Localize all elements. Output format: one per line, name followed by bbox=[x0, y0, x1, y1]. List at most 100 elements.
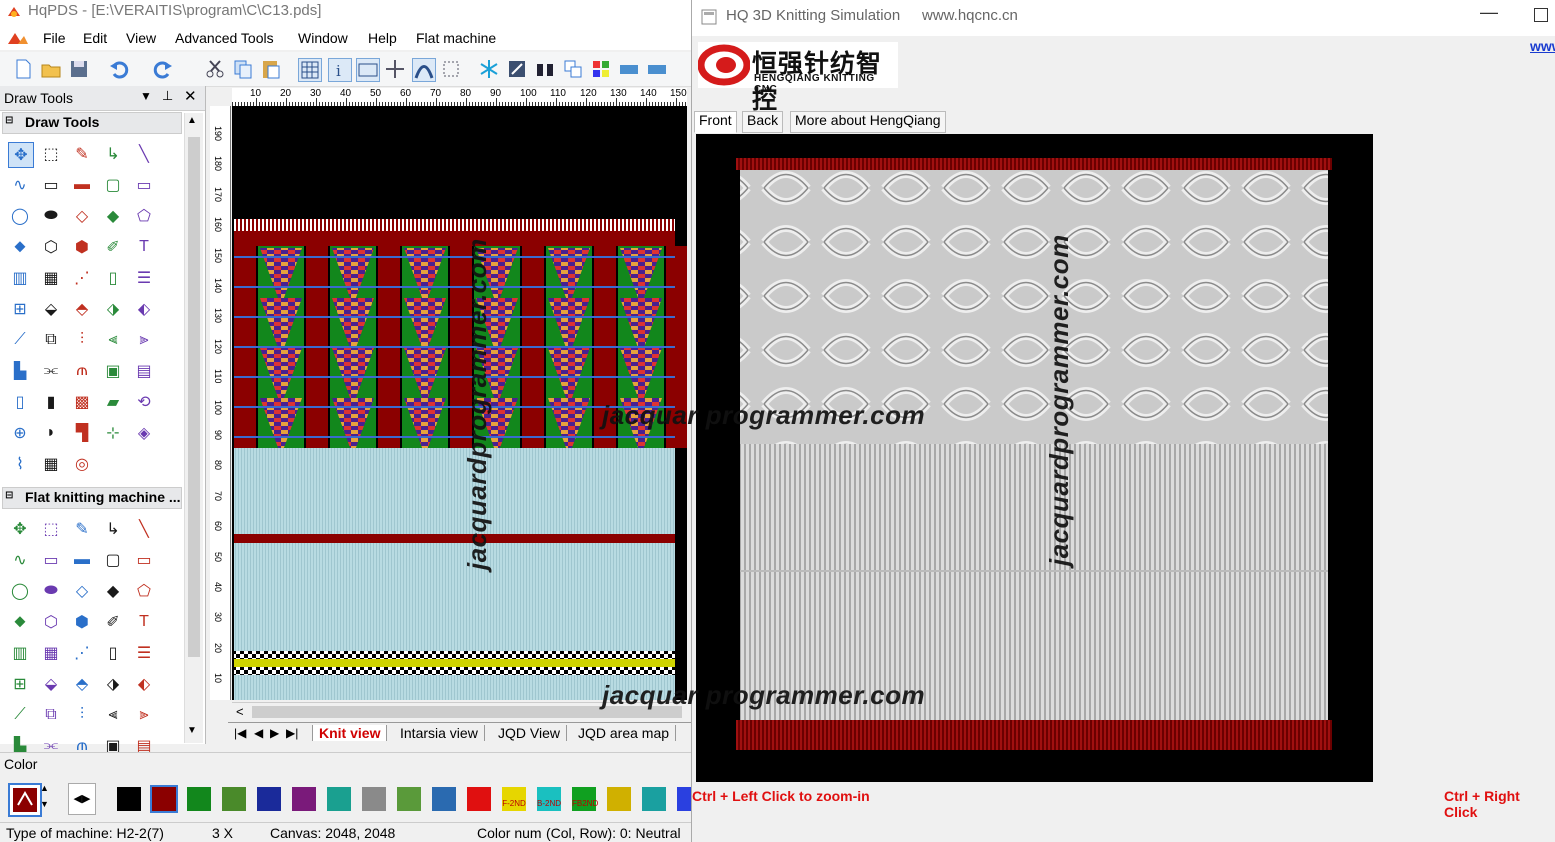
collapse-icon[interactable]: ⊟ bbox=[5, 490, 13, 501]
tool-41-icon[interactable]: ▯ bbox=[8, 390, 32, 414]
tool-83-icon[interactable]: ⬖ bbox=[132, 672, 156, 696]
last-tab-icon[interactable]: ▶| bbox=[286, 726, 298, 740]
paste-icon[interactable] bbox=[260, 58, 282, 80]
collapse-icon[interactable]: ⊟ bbox=[5, 115, 13, 126]
redo-icon[interactable] bbox=[152, 58, 174, 80]
tool-67-icon[interactable]: ◆ bbox=[101, 579, 125, 603]
tool-32-icon[interactable]: ⧉ bbox=[39, 328, 63, 352]
tool-30-icon[interactable]: ⬖ bbox=[132, 297, 156, 321]
tool-29-icon[interactable]: ⬗ bbox=[101, 297, 125, 321]
tool-82-icon[interactable]: ⬗ bbox=[101, 672, 125, 696]
color-swatch[interactable] bbox=[432, 787, 456, 811]
color-swatch[interactable] bbox=[117, 787, 141, 811]
copy-icon[interactable] bbox=[232, 58, 254, 80]
tool-46-icon[interactable]: ⊕ bbox=[8, 421, 32, 445]
next-tab-icon[interactable]: ▶ bbox=[270, 726, 279, 740]
tab-more-about[interactable]: More about HengQiang bbox=[790, 111, 946, 133]
tool-42-icon[interactable]: ▮ bbox=[39, 390, 63, 414]
scroll-left-icon[interactable]: < bbox=[236, 704, 244, 719]
tool-62-icon[interactable]: ▢ bbox=[101, 548, 125, 572]
tool-87-icon[interactable]: ⫷ bbox=[101, 703, 125, 727]
tool-75-icon[interactable]: ▦ bbox=[39, 641, 63, 665]
tool-73-icon[interactable]: T bbox=[132, 610, 156, 634]
icon-view-icon[interactable] bbox=[356, 58, 380, 82]
color-swatch[interactable]: B-2ND bbox=[537, 787, 561, 811]
section-flat-knitting[interactable]: ⊟ Flat knitting machine ... bbox=[2, 487, 182, 509]
spin-down-icon[interactable]: ▼ bbox=[40, 799, 49, 809]
tool-48-icon[interactable]: ▜ bbox=[70, 421, 94, 445]
prev-tab-icon[interactable]: ◀ bbox=[254, 726, 263, 740]
doc-icon[interactable] bbox=[6, 30, 28, 46]
tool-53-icon[interactable]: ◎ bbox=[70, 452, 94, 476]
menu-window[interactable]: Window bbox=[298, 30, 348, 46]
tool-52-icon[interactable]: ▦ bbox=[39, 452, 63, 476]
binoculars-icon[interactable] bbox=[534, 58, 556, 80]
diamond-icon[interactable]: ◇ bbox=[70, 204, 94, 228]
tool-22-icon[interactable]: ▦ bbox=[39, 266, 63, 290]
tool-60-icon[interactable]: ▭ bbox=[39, 548, 63, 572]
spin-up-icon[interactable]: ▲ bbox=[40, 783, 49, 793]
color-swatch[interactable] bbox=[397, 787, 421, 811]
tool-76-icon[interactable]: ⋰ bbox=[70, 641, 94, 665]
tool-37-icon[interactable]: ⫘ bbox=[39, 359, 63, 383]
line-icon[interactable]: ╲ bbox=[132, 142, 156, 166]
machine-2-icon[interactable] bbox=[646, 58, 668, 80]
tool-88-icon[interactable]: ⫸ bbox=[132, 703, 156, 727]
new-file-icon[interactable] bbox=[12, 58, 34, 80]
first-tab-icon[interactable]: |◀ bbox=[234, 726, 246, 740]
crosshair-icon[interactable] bbox=[384, 58, 406, 80]
open-folder-icon[interactable] bbox=[40, 58, 62, 80]
filled-ellipse-icon[interactable]: ⬬ bbox=[39, 204, 63, 228]
color-swatch[interactable] bbox=[467, 787, 491, 811]
tool-51-icon[interactable]: ⌇ bbox=[8, 452, 32, 476]
color-swatch[interactable] bbox=[187, 787, 211, 811]
tool-45-icon[interactable]: ⟲ bbox=[132, 390, 156, 414]
tool-77-icon[interactable]: ▯ bbox=[101, 641, 125, 665]
color-swatch[interactable]: F-2ND bbox=[502, 787, 526, 811]
tab-intarsia-view[interactable]: Intarsia view bbox=[394, 725, 485, 741]
select-icon[interactable]: ✥ bbox=[8, 142, 34, 168]
tool-34-icon[interactable]: ⫷ bbox=[101, 328, 125, 352]
color-swatch[interactable] bbox=[327, 787, 351, 811]
tool-55-icon[interactable]: ⬚ bbox=[39, 517, 63, 541]
tool-70-icon[interactable]: ⬡ bbox=[39, 610, 63, 634]
tool-71-icon[interactable]: ⬢ bbox=[70, 610, 94, 634]
color-swatch[interactable] bbox=[607, 787, 631, 811]
tool-65-icon[interactable]: ⬬ bbox=[39, 579, 63, 603]
rect-icon[interactable]: ▭ bbox=[39, 173, 63, 197]
minimize-icon[interactable]: — bbox=[1480, 2, 1498, 23]
color-nav-icon[interactable]: ◀▶ bbox=[68, 783, 96, 815]
polygon-icon[interactable]: ⬠ bbox=[132, 204, 156, 228]
tool-21-icon[interactable]: ▥ bbox=[8, 266, 32, 290]
color-swatch[interactable] bbox=[642, 787, 666, 811]
menu-advanced-tools[interactable]: Advanced Tools bbox=[175, 30, 274, 46]
info-icon[interactable]: i bbox=[328, 58, 352, 82]
text-icon[interactable]: T bbox=[132, 235, 156, 259]
tool-28-icon[interactable]: ⬘ bbox=[70, 297, 94, 321]
tool-35-icon[interactable]: ⫸ bbox=[132, 328, 156, 352]
tool-27-icon[interactable]: ⬙ bbox=[39, 297, 63, 321]
edit-pattern-icon[interactable] bbox=[506, 58, 528, 80]
tab-knit-view[interactable]: Knit view bbox=[312, 725, 388, 741]
section-draw-tools[interactable]: ⊟ Draw Tools bbox=[2, 112, 182, 134]
menu-flat-machine[interactable]: Flat machine bbox=[416, 30, 496, 46]
machine-icon[interactable] bbox=[618, 58, 640, 80]
tool-86-icon[interactable]: ⫶ bbox=[70, 703, 94, 727]
color-swatch[interactable] bbox=[257, 787, 281, 811]
scroll-thumb[interactable] bbox=[188, 137, 200, 657]
menu-view[interactable]: View bbox=[126, 30, 156, 46]
round-rect-icon[interactable]: ▢ bbox=[101, 173, 125, 197]
tool-38-icon[interactable]: ⫙ bbox=[70, 359, 94, 383]
undo-icon[interactable] bbox=[108, 58, 130, 80]
filled-round-rect-icon[interactable]: ▭ bbox=[132, 173, 156, 197]
tool-44-icon[interactable]: ▰ bbox=[101, 390, 125, 414]
filled-rect-icon[interactable]: ▬ bbox=[70, 173, 94, 197]
dock-scrollbar[interactable]: ▲ ▼ bbox=[184, 113, 203, 743]
tool-40-icon[interactable]: ▤ bbox=[132, 359, 156, 383]
tool-64-icon[interactable]: ◯ bbox=[8, 579, 32, 603]
tab-jqd-view[interactable]: JQD View bbox=[492, 725, 567, 741]
tool-72-icon[interactable]: ✐ bbox=[101, 610, 125, 634]
curve-icon[interactable]: ∿ bbox=[8, 173, 32, 197]
scroll-up-icon[interactable]: ▲ bbox=[187, 115, 197, 126]
menu-edit[interactable]: Edit bbox=[83, 30, 107, 46]
